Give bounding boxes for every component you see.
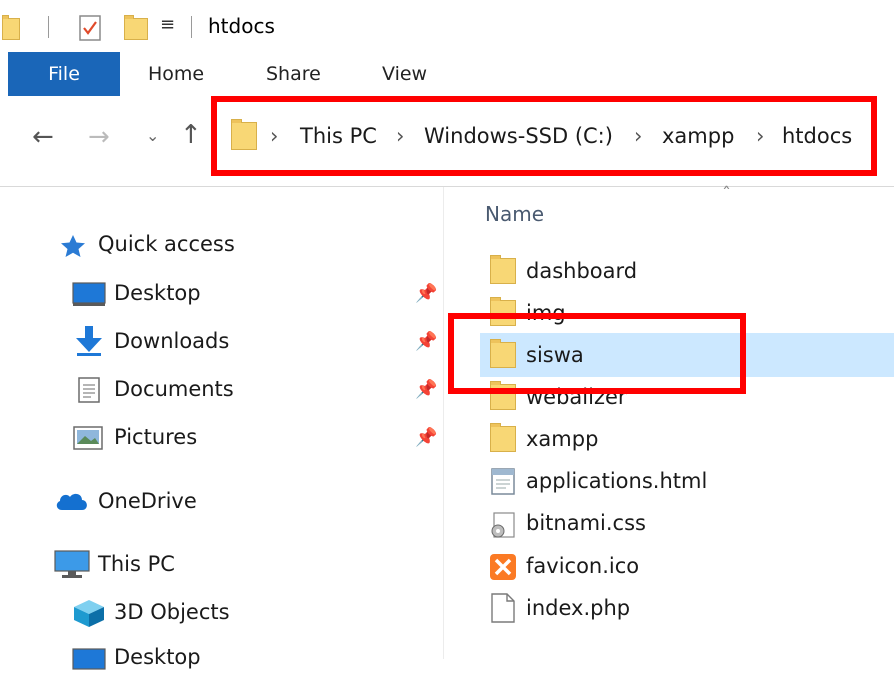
sidebar-item-onedrive[interactable]: OneDrive	[98, 489, 197, 513]
siswa-highlight-box	[448, 313, 746, 394]
address-divider	[0, 186, 894, 187]
tab-home[interactable]: Home	[148, 63, 204, 85]
new-folder-icon[interactable]	[124, 15, 148, 40]
desktop-icon	[72, 282, 106, 306]
folder-icon	[490, 255, 516, 284]
tab-view[interactable]: View	[382, 63, 427, 85]
tab-file[interactable]: File	[8, 52, 120, 96]
folder-icon	[2, 15, 20, 40]
tab-share[interactable]: Share	[266, 63, 321, 85]
file-item-dashboard[interactable]: dashboard	[526, 259, 637, 283]
file-item-applications-html[interactable]: applications.html	[526, 469, 707, 493]
customize-toolbar-icon[interactable]: ≡	[160, 14, 175, 35]
file-item-index-php[interactable]: index.php	[526, 596, 630, 620]
html-file-icon	[491, 468, 515, 495]
documents-icon	[78, 377, 100, 403]
quick-access-star-icon[interactable]	[60, 234, 86, 258]
sidebar-item-pictures[interactable]: Pictures	[114, 425, 197, 449]
window-title: htdocs	[208, 14, 275, 38]
pin-icon[interactable]: 📌	[415, 379, 437, 400]
folder-icon	[490, 423, 516, 452]
sidebar-item-quick-access[interactable]: Quick access	[98, 232, 235, 256]
sort-up-chevron-icon: ˆ	[722, 184, 731, 205]
desktop-icon	[72, 648, 106, 670]
toolbar-separator	[191, 16, 192, 38]
this-pc-icon	[54, 550, 90, 578]
pin-icon[interactable]: 📌	[415, 427, 437, 448]
sidebar-item-documents[interactable]: Documents	[114, 377, 234, 401]
toolbar-separator	[48, 16, 49, 38]
downloads-icon	[76, 326, 102, 356]
pin-icon[interactable]: 📌	[415, 283, 437, 304]
column-header-name[interactable]: Name	[485, 202, 544, 226]
file-item-bitnami-css[interactable]: bitnami.css	[526, 511, 646, 535]
pin-icon[interactable]: 📌	[415, 331, 437, 352]
pictures-icon	[73, 426, 103, 450]
onedrive-icon	[56, 493, 87, 510]
address-highlight-box	[211, 96, 877, 176]
3d-objects-icon	[74, 600, 104, 627]
file-item-xampp[interactable]: xampp	[526, 427, 598, 451]
sidebar-item-this-pc[interactable]: This PC	[98, 552, 175, 576]
sidebar-item-downloads[interactable]: Downloads	[114, 329, 229, 353]
file-item-favicon-ico[interactable]: favicon.ico	[526, 554, 639, 578]
properties-icon[interactable]	[78, 14, 102, 42]
up-arrow-icon[interactable]: ↑	[180, 120, 202, 150]
back-arrow-icon[interactable]: ←	[32, 122, 54, 152]
pane-divider[interactable]	[443, 187, 444, 659]
sidebar-item-desktop[interactable]: Desktop	[114, 281, 201, 305]
xampp-logo-icon	[490, 554, 516, 580]
sidebar-item-desktop-2[interactable]: Desktop	[114, 645, 201, 669]
forward-arrow-icon[interactable]: →	[88, 122, 110, 152]
php-file-icon	[491, 593, 515, 623]
recent-locations-chevron-icon[interactable]: ⌄	[146, 126, 159, 145]
sidebar-item-3d-objects[interactable]: 3D Objects	[114, 600, 230, 624]
css-file-icon	[491, 512, 515, 538]
